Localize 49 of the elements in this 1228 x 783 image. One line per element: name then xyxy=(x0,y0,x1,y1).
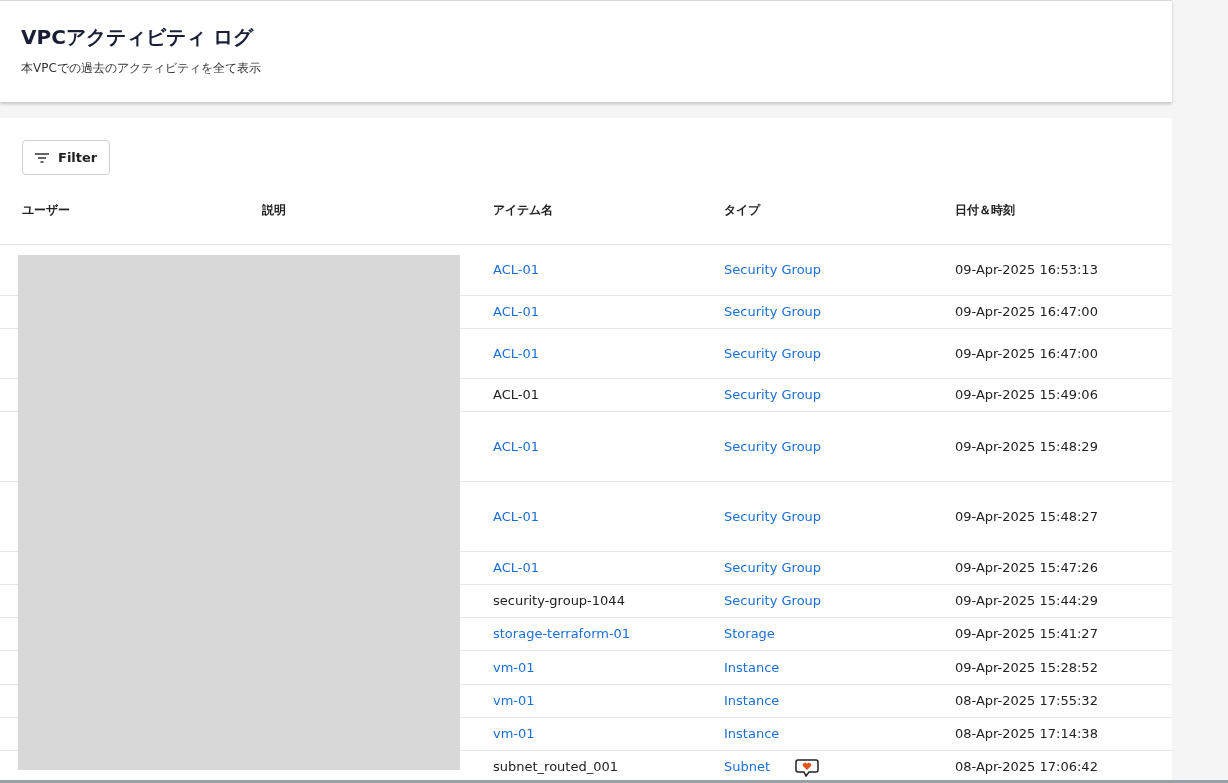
datetime-cell-text: 09-Apr-2025 15:49:06 xyxy=(955,386,1098,405)
type-link[interactable]: Subnet xyxy=(724,756,771,777)
datetime-cell-text: 09-Apr-2025 16:47:00 xyxy=(955,344,1098,363)
datetime-cell-text: 08-Apr-2025 17:55:32 xyxy=(955,692,1098,711)
column-header: タイプ xyxy=(724,201,760,219)
chat-bubble-icon[interactable] xyxy=(795,759,819,777)
type-link[interactable]: Security Group xyxy=(724,506,822,527)
column-header: 日付＆時刻 xyxy=(955,201,1015,219)
type-link[interactable]: Security Group xyxy=(724,436,822,457)
filter-icon xyxy=(35,152,49,163)
type-link[interactable]: Security Group xyxy=(724,302,822,322)
datetime-cell-text: 08-Apr-2025 17:14:38 xyxy=(955,725,1098,744)
item-link[interactable]: storage-terraform-01 xyxy=(493,624,631,644)
item-name: ACL-01 xyxy=(493,386,539,405)
type-link[interactable]: Security Group xyxy=(724,591,822,611)
item-link[interactable]: ACL-01 xyxy=(493,260,539,280)
item-link[interactable]: ACL-01 xyxy=(493,558,539,578)
type-link[interactable]: Security Group xyxy=(724,260,822,280)
type-link[interactable]: Security Group xyxy=(724,343,822,364)
datetime-cell-text: 09-Apr-2025 16:47:00 xyxy=(955,303,1098,322)
datetime-cell-text: 08-Apr-2025 17:06:42 xyxy=(955,757,1098,776)
type-link[interactable]: Security Group xyxy=(724,558,822,578)
column-header: ユーザー xyxy=(22,201,70,219)
datetime-cell-text: 09-Apr-2025 15:41:27 xyxy=(955,625,1098,644)
item-name: subnet_routed_001 xyxy=(493,757,618,776)
datetime-cell-text: 09-Apr-2025 15:28:52 xyxy=(955,658,1098,677)
item-link[interactable]: vm-01 xyxy=(493,657,535,678)
item-link[interactable]: ACL-01 xyxy=(493,436,539,457)
item-link[interactable]: vm-01 xyxy=(493,724,535,744)
datetime-cell-text: 09-Apr-2025 15:44:29 xyxy=(955,592,1098,611)
column-header: 説明 xyxy=(262,201,286,219)
datetime-cell-text: 09-Apr-2025 15:47:26 xyxy=(955,559,1098,578)
item-link[interactable]: vm-01 xyxy=(493,691,535,711)
item-link[interactable]: ACL-01 xyxy=(493,343,539,364)
page-title: VPCアクティビティ ログ xyxy=(21,24,255,51)
item-link[interactable]: ACL-01 xyxy=(493,506,539,527)
column-header: アイテム名 xyxy=(493,201,553,219)
datetime-cell-text: 09-Apr-2025 15:48:29 xyxy=(955,437,1098,456)
datetime-cell-text: 09-Apr-2025 16:53:13 xyxy=(955,261,1098,280)
type-link[interactable]: Instance xyxy=(724,724,780,744)
page-subtitle: 本VPCでの過去のアクティビティを全て表示 xyxy=(21,60,262,77)
item-link[interactable]: ACL-01 xyxy=(493,302,539,322)
type-link[interactable]: Instance xyxy=(724,691,780,711)
type-link[interactable]: Instance xyxy=(724,657,780,678)
datetime-cell-text: 09-Apr-2025 15:48:27 xyxy=(955,507,1098,526)
type-link[interactable]: Security Group xyxy=(724,385,822,405)
type-link[interactable]: Storage xyxy=(724,624,775,644)
item-name: security-group-1044 xyxy=(493,592,625,611)
filter-button[interactable]: Filter xyxy=(22,140,111,175)
